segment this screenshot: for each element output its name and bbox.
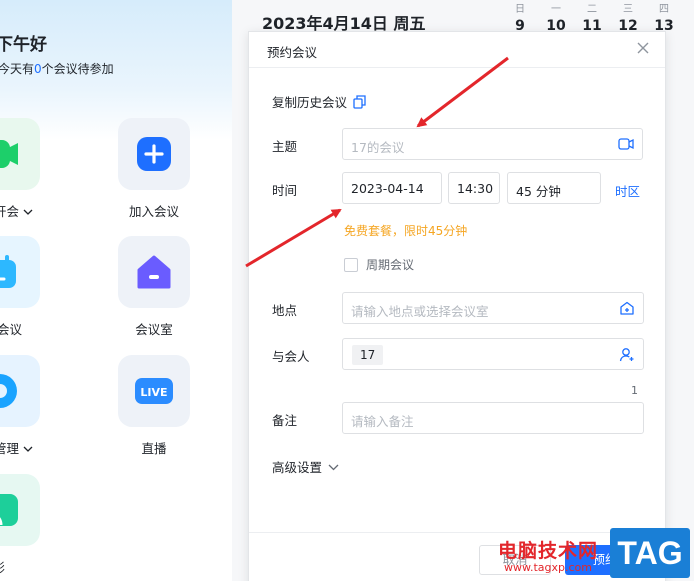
tag-logo: TAG xyxy=(610,528,690,578)
watermark-site-name: 电脑技术网 xyxy=(498,540,599,562)
annotation-arrows xyxy=(245,56,509,268)
watermark-url: www.tagxp.com xyxy=(504,561,592,574)
arrow-to-topic xyxy=(416,56,509,128)
arrow-to-date xyxy=(245,208,342,268)
